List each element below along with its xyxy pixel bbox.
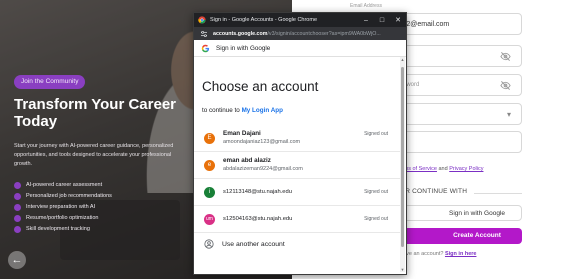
avatar: E <box>204 132 215 144</box>
address-bar[interactable]: accounts.google.com/v3/signin/accountcho… <box>194 27 406 40</box>
popup-scrollbar[interactable]: ▲ ▼ <box>400 57 405 272</box>
feature-label: Resume/portfolio optimization <box>26 215 99 221</box>
account-item[interactable]: e eman abd alaziz abdalazizeman9224@gmai… <box>194 152 400 179</box>
account-info: s12504163@stu.najah.edu <box>223 215 292 223</box>
back-button[interactable]: ← <box>8 251 26 269</box>
check-icon <box>14 203 21 211</box>
scrollbar-thumb[interactable] <box>401 67 404 247</box>
url-path: /v3/signin/accountchooser?as=ipm9WA0bWjO… <box>267 30 381 37</box>
use-another-account-button[interactable]: Use another account <box>194 233 400 255</box>
account-item[interactable]: um s12504163@stu.najah.edu Signed out <box>194 206 400 233</box>
account-item[interactable]: i s12113148@stu.najah.edu Signed out <box>194 179 400 206</box>
google-header-label: Sign in with Google <box>216 44 271 52</box>
google-signin-popup: Sign in - Google Accounts - Google Chrom… <box>193 12 407 275</box>
chevron-down-icon: ▾ <box>506 109 511 119</box>
chrome-icon <box>198 16 206 24</box>
arrow-left-icon: ← <box>11 254 23 266</box>
app-name-link[interactable]: My Login App <box>242 107 283 114</box>
eye-off-icon[interactable] <box>500 51 511 62</box>
account-email: s12504163@stu.najah.edu <box>223 216 293 222</box>
divider-line <box>474 193 522 194</box>
scroll-up-icon[interactable]: ▲ <box>400 57 405 62</box>
account-email: amoondajaniaz123@gmail.com <box>223 139 301 145</box>
maximize-icon[interactable]: □ <box>374 17 390 24</box>
close-icon[interactable]: ✕ <box>390 16 406 24</box>
check-icon <box>14 192 21 200</box>
avatar: e <box>204 159 215 171</box>
google-header: Sign in with Google <box>194 40 406 57</box>
popup-window-title: Sign in - Google Accounts - Google Chrom… <box>210 17 318 23</box>
avatar: um <box>204 213 215 225</box>
check-icon <box>14 181 21 189</box>
sign-in-link[interactable]: Sign in here <box>445 251 476 257</box>
popup-titlebar: Sign in - Google Accounts - Google Chrom… <box>194 13 406 27</box>
account-email: abdalazizeman9224@gmail.com <box>223 166 303 172</box>
feature-label: AI-powered career assessment <box>26 182 103 188</box>
continue-prefix: to continue to <box>202 107 240 114</box>
feature-item: AI-powered career assessment <box>14 180 112 190</box>
feature-label: Interview preparation with AI <box>26 204 96 210</box>
person-circle-icon <box>204 239 214 249</box>
email-label: Email Address <box>350 3 382 9</box>
check-icon <box>14 214 21 222</box>
account-name: Eman Dajani <box>223 130 261 137</box>
feature-item: Resume/portfolio optimization <box>14 213 112 223</box>
feature-item: Personalized job recommendations <box>14 191 112 201</box>
account-info: eman abd alaziz abdalazizeman9224@gmail.… <box>223 157 303 173</box>
site-settings-icon[interactable] <box>200 30 208 38</box>
privacy-link[interactable]: Privacy Policy <box>449 166 483 172</box>
feature-list: AI-powered career assessment Personalize… <box>14 180 112 235</box>
account-list: E Eman Dajani amoondajaniaz123@gmail.com… <box>194 125 400 255</box>
account-name: eman abd alaziz <box>223 157 271 164</box>
url-host: accounts.google.com <box>213 30 268 37</box>
hero-description: Start your journey with AI-powered caree… <box>14 143 174 167</box>
check-icon <box>14 225 21 233</box>
or-continue-label: OR CONTINUE WITH <box>400 188 468 195</box>
use-another-label: Use another account <box>222 240 285 248</box>
feature-label: Personalized job recommendations <box>26 193 112 199</box>
google-logo-icon <box>201 44 210 52</box>
continue-to-text: to continue to My Login App <box>202 107 283 114</box>
signed-out-status: Signed out <box>364 216 388 222</box>
feature-item: Skill development tracking <box>14 224 112 234</box>
account-info: Eman Dajani amoondajaniaz123@gmail.com <box>223 130 300 146</box>
choose-account-heading: Choose an account <box>202 79 319 94</box>
minimize-icon[interactable]: – <box>358 17 374 24</box>
terms-and: and <box>438 166 448 172</box>
community-badge: Join the Community <box>14 75 86 89</box>
account-email: s12113148@stu.najah.edu <box>223 189 292 195</box>
scroll-down-icon[interactable]: ▼ <box>400 267 405 272</box>
signed-out-status: Signed out <box>364 189 388 195</box>
feature-label: Skill development tracking <box>26 226 90 232</box>
avatar: i <box>204 186 215 198</box>
hero-title: Transform Your Career Today <box>14 96 177 130</box>
signed-out-status: Signed out <box>364 131 388 137</box>
eye-off-icon[interactable] <box>500 80 511 91</box>
account-item[interactable]: E Eman Dajani amoondajaniaz123@gmail.com… <box>194 125 400 152</box>
account-info: s12113148@stu.najah.edu <box>223 188 292 196</box>
feature-item: Interview preparation with AI <box>14 202 112 212</box>
